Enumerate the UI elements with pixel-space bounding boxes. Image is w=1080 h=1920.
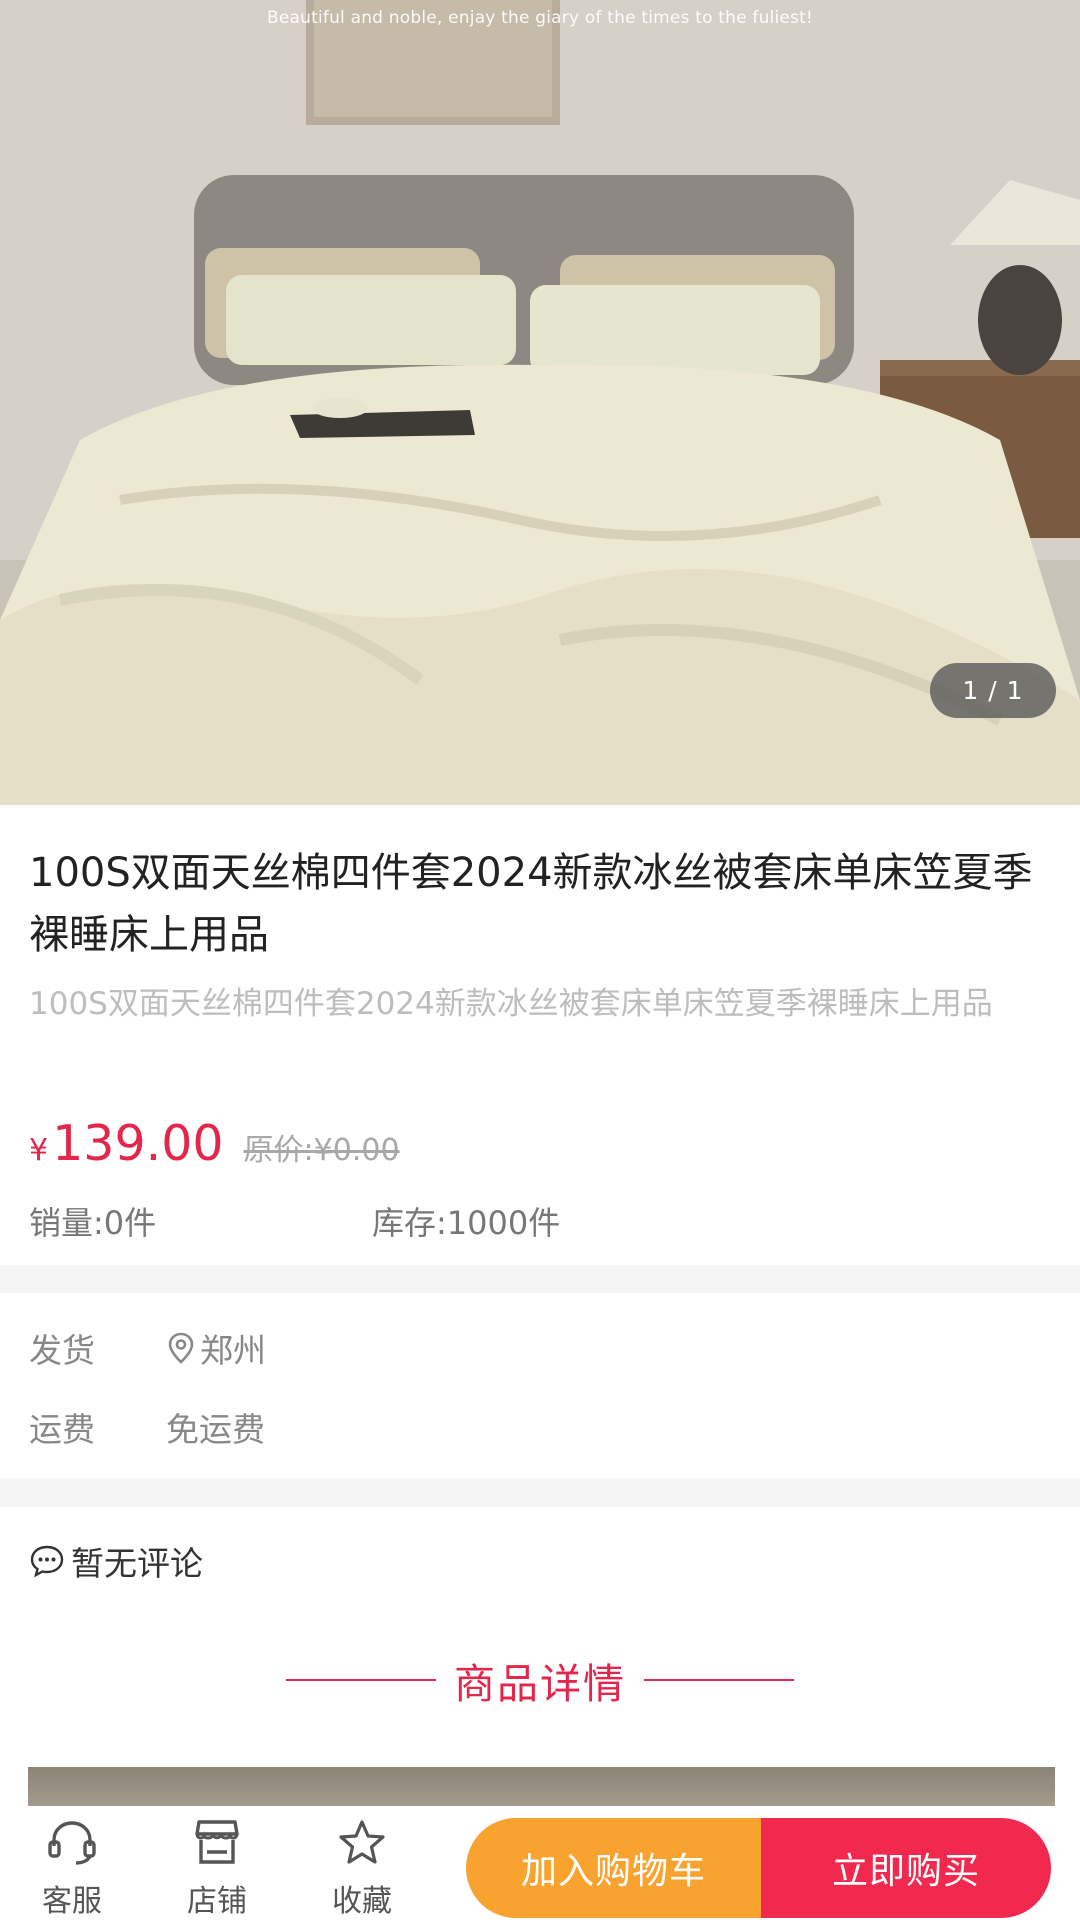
product-subtitle: 100S双面天丝棉四件套2024新款冰丝被套床单床笠夏季裸睡床上用品 [29, 986, 993, 1022]
details-title: 商品详情 [454, 1660, 626, 1708]
price-value: 139.00 [52, 1115, 224, 1172]
original-price-value: ¥0.00 [313, 1133, 400, 1168]
bottom-action-bar: 客服 店铺 收藏 加入购物车 立即购买 [0, 1806, 1080, 1920]
ship-fee-value: 免运费 [166, 1410, 265, 1449]
service-label: 客服 [42, 1884, 102, 1919]
store-label: 店铺 [187, 1884, 247, 1919]
buy-now-button[interactable]: 立即购买 [761, 1818, 1051, 1918]
sales-count: 销量:0件 [29, 1204, 157, 1242]
favorite-label: 收藏 [332, 1884, 392, 1919]
location-pin-icon [168, 1332, 194, 1364]
ship-fee-label: 运费 [29, 1410, 95, 1449]
heading-line-left [286, 1679, 436, 1681]
comment-icon [30, 1545, 64, 1578]
ship-origin-label: 发货 [29, 1331, 95, 1370]
ship-origin-text: 郑州 [200, 1331, 266, 1370]
store-button[interactable]: 店铺 [162, 1818, 272, 1920]
image-counter: 1 / 1 [930, 663, 1056, 718]
favorite-button[interactable]: 收藏 [307, 1818, 417, 1920]
price-row: ¥ 139.00 原价: ¥0.00 [29, 1115, 400, 1185]
service-button[interactable]: 客服 [17, 1818, 127, 1920]
product-photo [0, 0, 1080, 805]
reviews-summary[interactable]: 暂无评论 [29, 1535, 203, 1587]
ship-origin-row: 发货 郑州 [29, 1323, 266, 1373]
details-heading: 商品详情 [0, 1643, 1080, 1717]
price-currency: ¥ [29, 1133, 49, 1168]
product-image-carousel[interactable]: Beautiful and noble, enjay the giary of … [0, 0, 1080, 805]
headset-icon [48, 1821, 96, 1865]
ship-fee-row: 运费 免运费 [29, 1402, 265, 1452]
section-divider [0, 1479, 1080, 1507]
reviews-text: 暂无评论 [71, 1544, 203, 1583]
original-price-label: 原价: [243, 1133, 314, 1168]
heading-line-right [644, 1679, 794, 1681]
stock-count: 库存:1000件 [372, 1204, 561, 1242]
shipping-section: 发货 郑州 运费 免运费 [0, 1293, 1080, 1479]
add-to-cart-button[interactable]: 加入购物车 [466, 1818, 761, 1918]
star-icon [339, 1820, 385, 1864]
product-title: 100S双面天丝棉四件套2024新款冰丝被套床单床笠夏季裸睡床上用品 [29, 850, 1033, 958]
product-info: 100S双面天丝棉四件套2024新款冰丝被套床单床笠夏季裸睡床上用品 100S双… [0, 805, 1080, 1265]
hero-tagline: Beautiful and noble, enjay the giary of … [267, 8, 813, 28]
section-divider [0, 1265, 1080, 1293]
ship-origin-value: 郑州 [166, 1324, 266, 1372]
store-icon [195, 1820, 239, 1864]
